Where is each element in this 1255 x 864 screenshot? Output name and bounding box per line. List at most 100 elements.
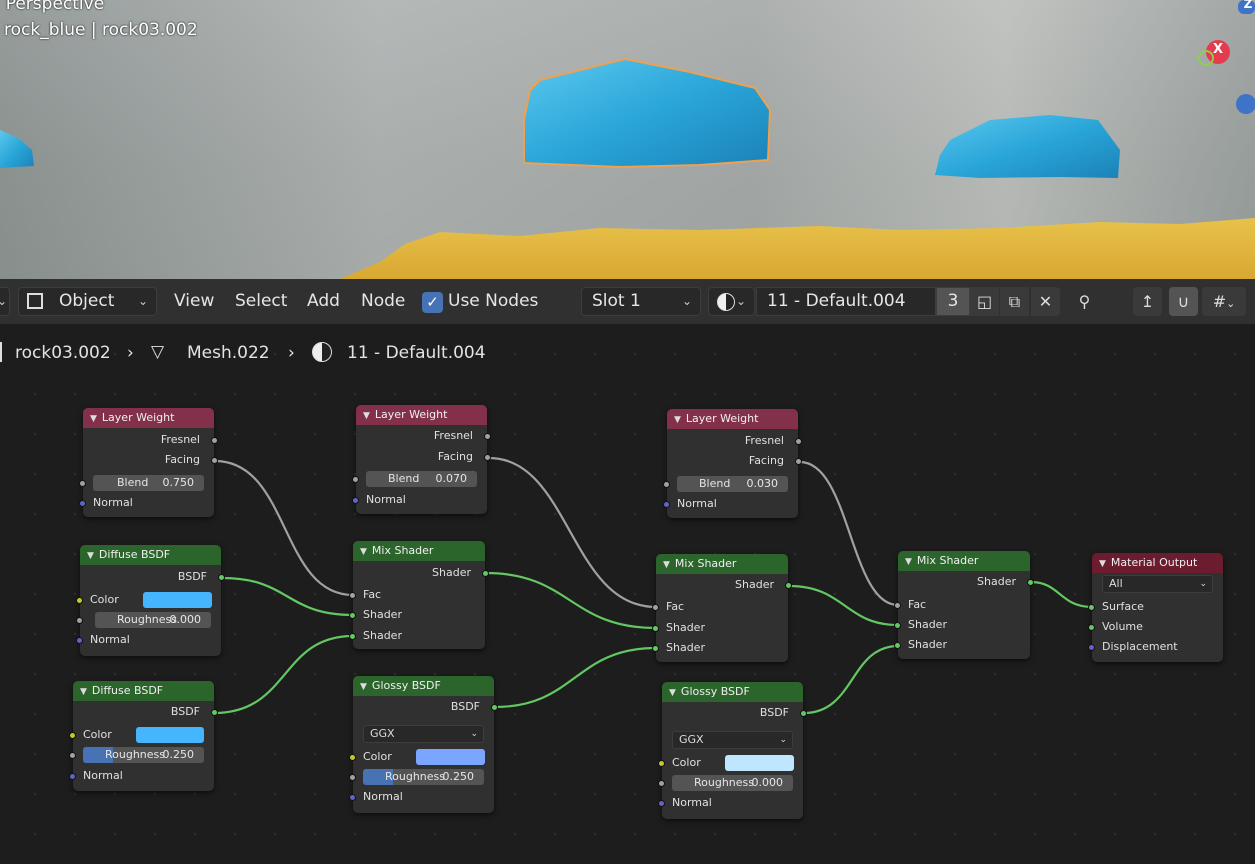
socket-fresnel[interactable] <box>795 437 802 445</box>
socket-fac[interactable] <box>349 591 356 599</box>
collapse-caret-icon[interactable]: ▼ <box>905 557 912 567</box>
socket-volume[interactable] <box>1088 623 1095 631</box>
snap-magnet-icon[interactable]: ∪ <box>1169 287 1198 316</box>
material-user-count[interactable]: 3 <box>936 287 970 316</box>
socket-color[interactable] <box>658 759 665 767</box>
node-header[interactable]: ▼ Layer Weight <box>667 409 798 429</box>
distribution-dropdown[interactable]: GGX ⌄ <box>363 725 484 743</box>
snap-grid-dropdown[interactable]: #⌄ <box>1202 287 1246 316</box>
node-header[interactable]: ▼ Mix Shader <box>353 541 485 561</box>
socket-bsdf[interactable] <box>491 703 498 711</box>
node-header[interactable]: ▼ Glossy BSDF <box>353 676 494 696</box>
socket-shader-1[interactable] <box>349 611 356 619</box>
socket-normal[interactable] <box>69 772 76 780</box>
menu-add[interactable]: Add <box>307 287 340 316</box>
socket-facing[interactable] <box>795 457 802 465</box>
node-mix-shader-1[interactable]: ▼ Mix Shader Shader Fac Shader Shader <box>349 541 489 649</box>
socket-shader-2[interactable] <box>349 632 356 640</box>
socket-blend[interactable] <box>79 479 86 487</box>
material-name-field[interactable]: 11 - Default.004 <box>756 287 936 316</box>
collapse-caret-icon[interactable]: ▼ <box>669 688 676 698</box>
editor-type-dropdown[interactable]: ⌄ <box>0 287 10 316</box>
socket-shader-out[interactable] <box>1027 578 1034 586</box>
node-material-output[interactable]: ▼ Material Output All ⌄ Surface Volume Dis… <box>1088 553 1223 662</box>
node-header[interactable]: ▼ Diffuse BSDF <box>73 681 214 701</box>
color-swatch[interactable] <box>416 749 485 765</box>
node-header[interactable]: ▼ Glossy BSDF <box>662 682 803 702</box>
socket-bsdf[interactable] <box>211 708 218 716</box>
socket-roughness[interactable] <box>349 773 356 781</box>
use-nodes-checkbox[interactable]: ✓ <box>422 292 443 313</box>
socket-shader-out[interactable] <box>482 569 489 577</box>
socket-roughness[interactable] <box>69 751 76 759</box>
menu-select[interactable]: Select <box>235 287 287 316</box>
3d-viewport[interactable]: Perspective rock_blue | rock03.002 X Z <box>0 0 1255 279</box>
node-header[interactable]: ▼ Mix Shader <box>898 551 1030 571</box>
collapse-caret-icon[interactable]: ▼ <box>90 414 97 424</box>
unlink-material-close-icon[interactable]: ✕ <box>1031 287 1060 316</box>
socket-facing[interactable] <box>484 453 491 461</box>
parent-node-tree-icon[interactable]: ↥ <box>1133 287 1162 316</box>
socket-normal[interactable] <box>79 499 86 507</box>
socket-fresnel[interactable] <box>484 432 491 440</box>
node-header[interactable]: ▼ Material Output <box>1092 553 1223 573</box>
roughness-field[interactable]: Roughness 0.250 <box>83 747 204 763</box>
socket-color[interactable] <box>69 731 76 739</box>
collapse-caret-icon[interactable]: ▼ <box>663 560 670 570</box>
collapse-caret-icon[interactable]: ▼ <box>360 547 367 557</box>
gizmo-z-label[interactable]: Z <box>1241 0 1255 11</box>
node-header[interactable]: ▼ Diffuse BSDF <box>80 545 221 565</box>
node-glossy-bsdf-1[interactable]: ▼ Glossy BSDF BSDF GGX ⌄ Color Roughness 0.… <box>349 676 498 813</box>
node-header[interactable]: ▼ Layer Weight <box>356 405 487 425</box>
node-diffuse-bsdf-2[interactable]: ▼ Diffuse BSDF BSDF Color Roughness 0.250 … <box>69 681 218 791</box>
socket-shader-1[interactable] <box>894 621 901 629</box>
socket-normal[interactable] <box>352 496 359 504</box>
node-header[interactable]: ▼ Mix Shader <box>656 554 788 574</box>
roughness-field[interactable]: Roughness 0.250 <box>363 769 484 785</box>
color-swatch[interactable] <box>143 592 212 608</box>
distribution-dropdown[interactable]: GGX ⌄ <box>672 731 793 749</box>
socket-fac[interactable] <box>652 603 659 611</box>
slot-dropdown[interactable]: Slot 1 ⌄ <box>581 287 701 316</box>
roughness-field[interactable]: Roughness 0.000 <box>672 775 793 791</box>
node-layer-weight-1[interactable]: ▼ Layer Weight Fresnel Facing Blend 0.750 … <box>79 408 218 517</box>
socket-surface[interactable] <box>1088 603 1095 611</box>
mode-dropdown[interactable]: Object ⌄ <box>18 287 157 316</box>
pin-icon[interactable]: ⚲ <box>1070 287 1099 316</box>
node-glossy-bsdf-2[interactable]: ▼ Glossy BSDF BSDF GGX ⌄ Color Roughness 0.… <box>658 682 807 819</box>
material-browse-dropdown[interactable]: ⌄ <box>708 287 755 316</box>
roughness-field[interactable]: Roughness 0.000 <box>95 612 211 628</box>
blend-field[interactable]: Blend 0.030 <box>677 476 788 492</box>
socket-roughness[interactable] <box>76 616 83 624</box>
socket-fac[interactable] <box>894 601 901 609</box>
socket-shader-out[interactable] <box>785 581 792 589</box>
node-mix-shader-3[interactable]: ▼ Mix Shader Shader Fac Shader Shader <box>894 551 1034 659</box>
blend-field[interactable]: Blend 0.750 <box>93 475 204 491</box>
socket-normal[interactable] <box>349 793 356 801</box>
socket-shader-2[interactable] <box>652 644 659 652</box>
collapse-caret-icon[interactable]: ▼ <box>360 682 367 692</box>
blend-field[interactable]: Blend 0.070 <box>366 471 477 487</box>
node-header[interactable]: ▼ Layer Weight <box>83 408 214 428</box>
socket-normal[interactable] <box>76 636 83 644</box>
socket-roughness[interactable] <box>658 779 665 787</box>
gizmo-x-label[interactable]: X <box>1211 42 1225 57</box>
socket-blend[interactable] <box>352 475 359 483</box>
socket-bsdf[interactable] <box>800 709 807 717</box>
menu-node[interactable]: Node <box>361 287 405 316</box>
node-layer-weight-3[interactable]: ▼ Layer Weight Fresnel Facing Blend 0.030 … <box>663 409 802 518</box>
node-layer-weight-2[interactable]: ▼ Layer Weight Fresnel Facing Blend 0.070 … <box>352 405 491 514</box>
socket-normal[interactable] <box>663 500 670 508</box>
collapse-caret-icon[interactable]: ▼ <box>674 415 681 425</box>
node-diffuse-bsdf-1[interactable]: ▼ Diffuse BSDF BSDF Color Roughness 0.000 … <box>76 545 225 656</box>
fake-user-shield-icon[interactable]: ◱ <box>970 287 999 316</box>
node-mix-shader-2[interactable]: ▼ Mix Shader Shader Fac Shader Shader <box>652 554 792 662</box>
socket-color[interactable] <box>349 753 356 761</box>
socket-shader-1[interactable] <box>652 624 659 632</box>
menu-view[interactable]: View <box>174 287 214 316</box>
socket-normal[interactable] <box>658 799 665 807</box>
socket-blend[interactable] <box>663 480 670 488</box>
socket-displacement[interactable] <box>1088 643 1095 651</box>
collapse-caret-icon[interactable]: ▼ <box>1099 559 1106 569</box>
socket-color[interactable] <box>76 596 83 604</box>
